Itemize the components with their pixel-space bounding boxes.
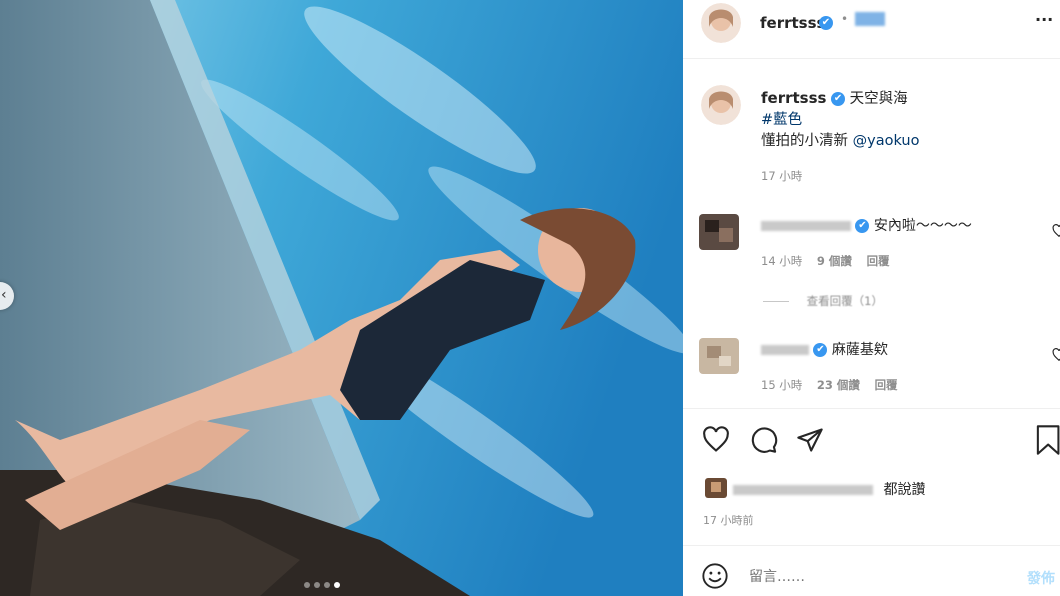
verified-icon: ✔	[831, 92, 846, 106]
caption: ferrtsss ✔ 天空與海 #藍色 懂拍的小清新 @yaokuo	[761, 88, 919, 152]
like-icon[interactable]	[701, 426, 731, 454]
liker-avatar[interactable]	[705, 478, 727, 498]
verified-icon: ✔	[855, 219, 870, 233]
post-comment-button[interactable]: 發佈	[1027, 568, 1055, 588]
carousel-dot	[314, 582, 320, 588]
comment-item: ✔ 安內啦～～～～	[761, 215, 972, 235]
comment-avatar[interactable]	[699, 214, 739, 250]
caption-username[interactable]: ferrtsss	[761, 89, 826, 107]
view-replies-row[interactable]: 查看回覆（1）	[763, 293, 883, 309]
post-panel: ferrtsss ✔ • ··· ferrtsss ✔ 天空與海 #藍色 懂拍的…	[683, 0, 1060, 596]
avatar[interactable]	[701, 3, 741, 43]
mention-link[interactable]: @yaokuo	[853, 133, 920, 149]
verified-icon: ✔	[813, 343, 828, 357]
carousel-dot-active	[334, 582, 340, 588]
comment-like-icon[interactable]	[1052, 348, 1060, 362]
carousel-dot	[324, 582, 330, 588]
comment-meta: 15 小時 23 個讚 回覆	[761, 377, 898, 393]
comment-likes[interactable]: 9 個讚	[817, 254, 852, 268]
chevron-left-icon: ‹	[1, 287, 7, 303]
liked-by-row: 都說讚	[733, 479, 925, 499]
beach-photo	[0, 0, 683, 596]
comment-item: ✔ 麻薩基欸	[761, 339, 888, 359]
post-photo[interactable]: ‹	[0, 0, 683, 596]
reply-button[interactable]: 回覆	[867, 254, 890, 268]
more-options-icon[interactable]: ···	[1035, 10, 1053, 29]
comment-time[interactable]: 15 小時	[761, 378, 802, 392]
carousel-indicator	[304, 582, 340, 588]
caption-title: 天空與海	[849, 91, 908, 107]
separator-dot: •	[841, 12, 849, 26]
view-replies-link[interactable]: 查看回覆（1）	[807, 294, 883, 308]
share-icon[interactable]	[795, 426, 825, 454]
comment-meta: 14 小時 9 個讚 回覆	[761, 253, 890, 269]
liker-names-blurred[interactable]	[733, 485, 873, 495]
post-header: ferrtsss ✔ • ···	[683, 0, 1060, 59]
header-username[interactable]: ferrtsss	[760, 14, 825, 32]
divider	[683, 408, 1060, 409]
caption-time[interactable]: 17 小時	[761, 168, 802, 184]
carousel-dot	[304, 582, 310, 588]
bookmark-icon[interactable]	[1033, 424, 1060, 456]
verified-icon: ✔	[819, 16, 833, 30]
comment-username-blurred[interactable]	[761, 345, 809, 355]
follow-status-blurred[interactable]	[855, 12, 885, 26]
post-timestamp[interactable]: 17 小時前	[703, 512, 754, 528]
comment-icon[interactable]	[749, 426, 779, 454]
comment-likes[interactable]: 23 個讚	[817, 378, 860, 392]
comment-input[interactable]	[747, 566, 1011, 588]
caption-text: 懂拍的小清新	[761, 133, 848, 149]
comment-username-blurred[interactable]	[761, 221, 851, 231]
comment-time[interactable]: 14 小時	[761, 254, 802, 268]
comment-avatar[interactable]	[699, 338, 739, 374]
comment-like-icon[interactable]	[1052, 224, 1060, 238]
reply-button[interactable]: 回覆	[875, 378, 898, 392]
comment-text: 麻薩基欸	[831, 342, 888, 358]
divider	[683, 545, 1060, 546]
caption-avatar[interactable]	[701, 85, 741, 125]
emoji-icon[interactable]	[701, 562, 729, 590]
hashtag-link[interactable]: #藍色	[761, 110, 919, 131]
likes-summary[interactable]: 都說讚	[883, 482, 925, 498]
comment-text: 安內啦～～～～	[873, 218, 972, 234]
